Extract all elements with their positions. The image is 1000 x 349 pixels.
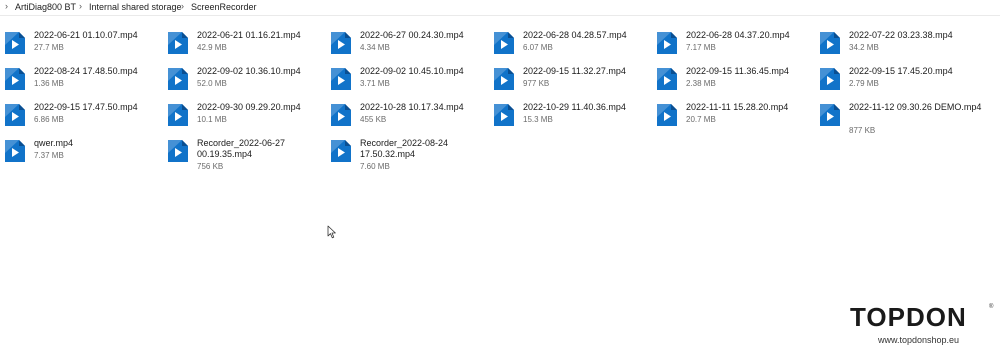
watermark: TOPDON ® www.topdonshop.eu (850, 302, 995, 347)
video-file-icon (819, 103, 841, 127)
file-size: 52.0 MB (197, 79, 227, 88)
file-size: 977 KB (523, 79, 550, 88)
file-size: 6.86 MB (34, 115, 64, 124)
file-item[interactable]: Recorder_2022-08-24 17.50.32.mp4 7.60 MB (330, 138, 490, 174)
brand-url: www.topdonshop.eu (878, 335, 960, 345)
file-size: 756 KB (197, 162, 224, 171)
file-item[interactable]: 2022-06-21 01.16.21.mp4 42.9 MB (167, 30, 327, 66)
video-file-icon (4, 103, 26, 127)
file-item[interactable]: 2022-09-02 10.45.10.mp4 3.71 MB (330, 66, 490, 102)
video-file-icon (167, 31, 189, 55)
file-item[interactable]: 2022-10-28 10.17.34.mp4 455 KB (330, 102, 490, 138)
file-list: 2022-06-21 01.10.07.mp4 27.7 MB 2022-06-21… (0, 30, 1000, 180)
file-item[interactable]: 2022-11-11 15.28.20.mp4 20.7 MB (656, 102, 816, 138)
chevron-right-icon: › (5, 1, 8, 11)
file-item[interactable]: 2022-06-28 04.37.20.mp4 7.17 MB (656, 30, 816, 66)
video-file-icon (167, 139, 189, 163)
file-size: 455 KB (360, 115, 387, 124)
file-size: 2.38 MB (686, 79, 716, 88)
file-name: 2022-10-29 11.40.36.mp4 (523, 102, 626, 112)
file-item[interactable]: 2022-06-28 04.28.57.mp4 6.07 MB (493, 30, 653, 66)
video-file-icon (656, 103, 678, 127)
video-file-icon (330, 31, 352, 55)
file-size: 877 KB (849, 126, 876, 135)
file-item[interactable]: 2022-09-15 17.45.20.mp4 2.79 MB (819, 66, 979, 102)
chevron-right-icon: › (79, 1, 82, 11)
file-name: 2022-06-21 01.16.21.mp4 (197, 30, 301, 40)
video-file-icon (330, 67, 352, 91)
file-name: 2022-11-12 09.30.26 DEMO.mp4 (849, 102, 982, 112)
file-size: 4.34 MB (360, 43, 390, 52)
file-name: 2022-09-15 11.32.27.mp4 (523, 66, 626, 76)
file-size: 27.7 MB (34, 43, 64, 52)
video-file-icon (656, 31, 678, 55)
file-name: 2022-06-28 04.37.20.mp4 (686, 30, 790, 40)
file-name: Recorder_2022-08-24 17.50.32.mp4 (360, 138, 449, 159)
file-item[interactable]: 2022-09-30 09.29.20.mp4 10.1 MB (167, 102, 327, 138)
file-item[interactable]: 2022-10-29 11.40.36.mp4 15.3 MB (493, 102, 653, 138)
file-name: 2022-08-24 17.48.50.mp4 (34, 66, 138, 76)
file-item[interactable]: Recorder_2022-06-27 00.19.35.mp4 756 KB (167, 138, 327, 174)
file-name: Recorder_2022-06-27 00.19.35.mp4 (197, 138, 286, 159)
file-name: 2022-10-28 10.17.34.mp4 (360, 102, 464, 112)
file-item[interactable]: 2022-06-27 00.24.30.mp4 4.34 MB (330, 30, 490, 66)
video-file-icon (819, 67, 841, 91)
file-name: 2022-09-30 09.29.20.mp4 (197, 102, 301, 112)
registered-mark: ® (989, 304, 994, 310)
file-item[interactable]: 2022-07-22 03.23.38.mp4 34.2 MB (819, 30, 979, 66)
breadcrumb: › ArtiDiag800 BT › Internal shared stora… (0, 0, 1000, 16)
file-name: 2022-09-15 11.36.45.mp4 (686, 66, 789, 76)
file-size: 3.71 MB (360, 79, 390, 88)
file-item[interactable]: 2022-09-15 11.36.45.mp4 2.38 MB (656, 66, 816, 102)
video-file-icon (167, 67, 189, 91)
file-name: 2022-09-02 10.36.10.mp4 (197, 66, 301, 76)
chevron-right-icon: › (181, 1, 184, 11)
video-file-icon (4, 139, 26, 163)
video-file-icon (4, 67, 26, 91)
file-name: 2022-09-15 17.45.20.mp4 (849, 66, 953, 76)
video-file-icon (330, 103, 352, 127)
file-item[interactable]: 2022-08-24 17.48.50.mp4 1.36 MB (4, 66, 164, 102)
breadcrumb-item-device[interactable]: ArtiDiag800 BT (15, 2, 76, 12)
file-size: 10.1 MB (197, 115, 227, 124)
file-size: 7.17 MB (686, 43, 716, 52)
file-size: 6.07 MB (523, 43, 553, 52)
video-file-icon (4, 31, 26, 55)
file-size: 34.2 MB (849, 43, 879, 52)
file-size: 1.36 MB (34, 79, 64, 88)
file-name: 2022-09-15 17.47.50.mp4 (34, 102, 138, 112)
file-size: 42.9 MB (197, 43, 227, 52)
file-size: 7.37 MB (34, 151, 64, 160)
topdon-logo: TOPDON (850, 302, 967, 332)
file-size: 15.3 MB (523, 115, 553, 124)
file-item[interactable]: 2022-09-15 11.32.27.mp4 977 KB (493, 66, 653, 102)
file-name: 2022-11-11 15.28.20.mp4 (686, 102, 789, 112)
file-name: qwer.mp4 (34, 138, 74, 148)
mouse-cursor-icon (327, 225, 336, 239)
file-item[interactable]: 2022-09-02 10.36.10.mp4 52.0 MB (167, 66, 327, 102)
video-file-icon (493, 67, 515, 91)
file-size: 7.60 MB (360, 162, 390, 171)
file-name: 2022-09-02 10.45.10.mp4 (360, 66, 464, 76)
breadcrumb-item-storage[interactable]: Internal shared storage (89, 2, 182, 12)
video-file-icon (493, 103, 515, 127)
file-name: 2022-06-21 01.10.07.mp4 (34, 30, 138, 40)
file-name: 2022-06-28 04.28.57.mp4 (523, 30, 627, 40)
file-name: 2022-06-27 00.24.30.mp4 (360, 30, 464, 40)
video-file-icon (656, 67, 678, 91)
file-size: 20.7 MB (686, 115, 716, 124)
video-file-icon (493, 31, 515, 55)
file-name: 2022-07-22 03.23.38.mp4 (849, 30, 953, 40)
file-item[interactable]: qwer.mp4 7.37 MB (4, 138, 164, 174)
video-file-icon (819, 31, 841, 55)
file-item[interactable]: 2022-11-12 09.30.26 DEMO.mp4 877 KB (819, 102, 981, 138)
video-file-icon (330, 139, 352, 163)
file-size: 2.79 MB (849, 79, 879, 88)
video-file-icon (167, 103, 189, 127)
file-item[interactable]: 2022-06-21 01.10.07.mp4 27.7 MB (4, 30, 164, 66)
breadcrumb-item-folder[interactable]: ScreenRecorder (191, 2, 257, 12)
file-item[interactable]: 2022-09-15 17.47.50.mp4 6.86 MB (4, 102, 164, 138)
